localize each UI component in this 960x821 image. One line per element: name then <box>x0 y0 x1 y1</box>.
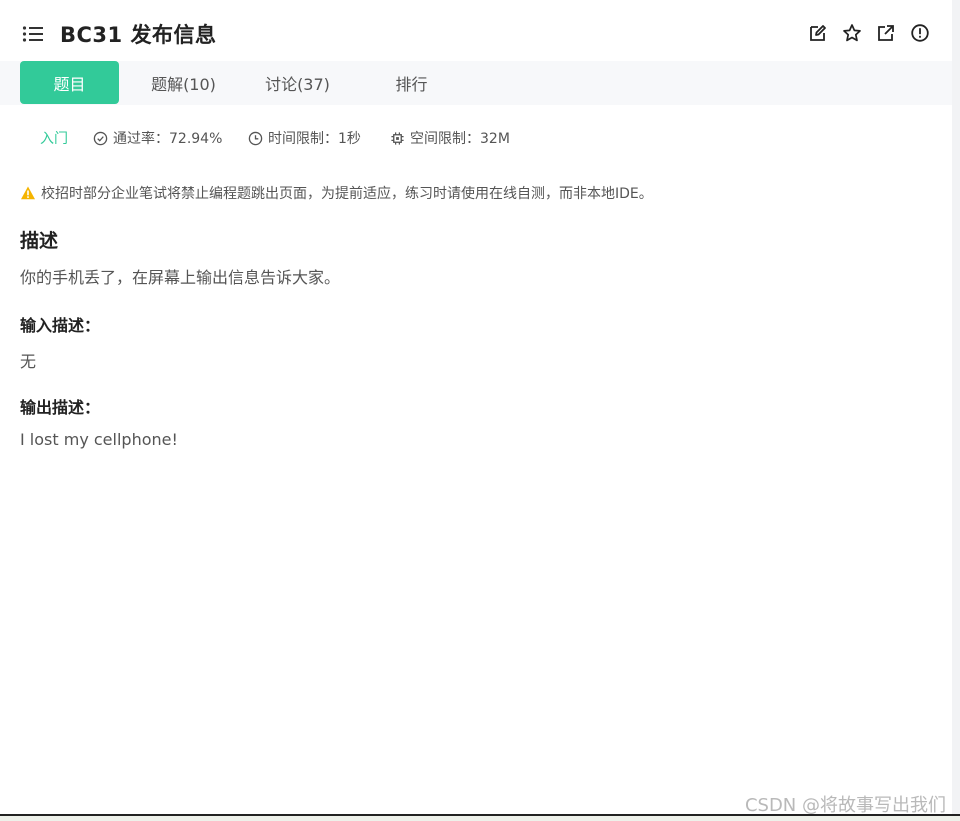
clock-icon <box>248 131 263 145</box>
output-description-heading: 输出描述： <box>20 398 101 417</box>
page-title: BC31 发布信息 <box>60 23 217 47</box>
chip-icon <box>391 131 404 145</box>
problem-page: BC31 发布信息 题目 题解(10) 讨论(37) 排行 入门 通过率：72.… <box>0 0 960 821</box>
check-circle-icon <box>93 131 108 145</box>
edit-icon[interactable] <box>808 23 828 43</box>
input-description-text: 无 <box>20 352 37 371</box>
description-heading: 描述 <box>20 230 59 252</box>
notice-text: 校招时部分企业笔试将禁止编程题跳出页面，为提前适应，练习时请使用在线自测，而非本… <box>41 186 653 202</box>
header-actions <box>808 23 930 43</box>
time-limit: 时间限制：1秒 <box>248 128 361 148</box>
share-icon[interactable] <box>876 23 896 43</box>
description-text: 你的手机丢了，在屏幕上输出信息告诉大家。 <box>20 268 341 287</box>
time-limit-text: 时间限制：1秒 <box>268 131 361 147</box>
memory-limit: 空间限制：32M <box>390 128 510 148</box>
header: BC31 发布信息 <box>0 0 952 61</box>
notice-banner: 校招时部分企业笔试将禁止编程题跳出页面，为提前适应，练习时请使用在线自测，而非本… <box>20 183 653 203</box>
memory-limit-text: 空间限制：32M <box>410 131 510 147</box>
difficulty-badge: 入门 <box>40 131 68 147</box>
resize-handle-icon[interactable]: ⋮ <box>956 394 960 416</box>
tab-discussion[interactable]: 讨论(37) <box>248 61 347 104</box>
output-description-text: I lost my cellphone! <box>20 430 178 449</box>
tab-solutions[interactable]: 题解(10) <box>134 61 233 104</box>
warning-icon <box>21 186 35 200</box>
star-icon[interactable] <box>842 23 862 43</box>
pass-rate: 通过率：72.94% <box>93 128 222 148</box>
problem-meta: 入门 通过率：72.94% 时间限制：1秒 空间限制：32M <box>0 128 940 148</box>
pass-rate-text: 通过率：72.94% <box>113 131 223 147</box>
input-description-heading: 输入描述： <box>20 316 101 335</box>
tab-ranking[interactable]: 排行 <box>362 61 461 104</box>
list-menu-icon[interactable] <box>22 25 44 43</box>
alert-icon[interactable] <box>910 23 930 43</box>
bottom-strip <box>0 816 960 821</box>
tab-bar: 题目 题解(10) 讨论(37) 排行 <box>0 61 952 105</box>
tab-problem[interactable]: 题目 <box>20 61 119 104</box>
